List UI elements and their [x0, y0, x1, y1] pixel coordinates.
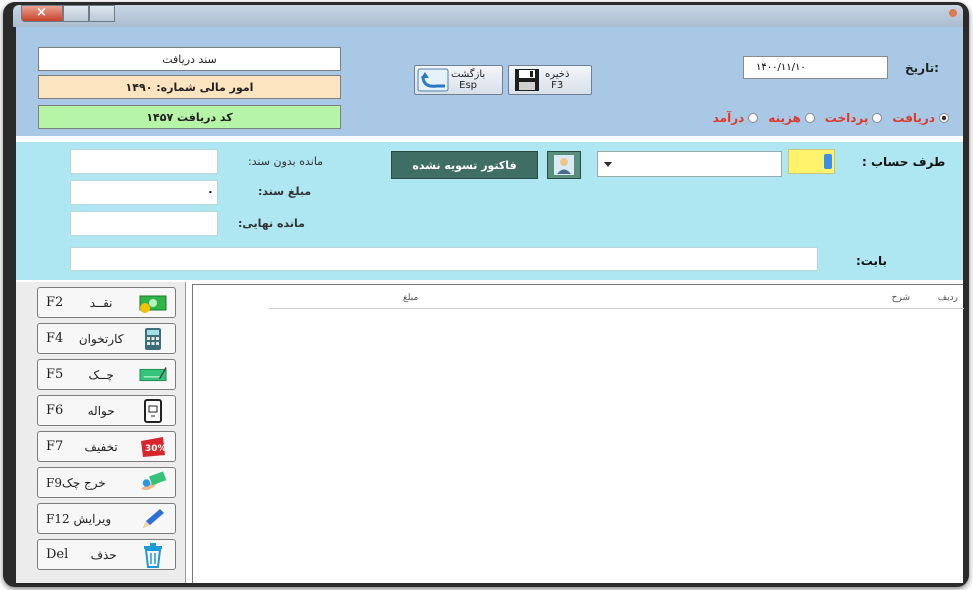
transfer-key: F6: [46, 403, 64, 418]
delete-icon: [139, 542, 167, 568]
radio-label-payment: پرداخت: [824, 111, 869, 125]
app-window: × سند دریافت امور مالی شماره: ۱۴۹۰ کد در…: [3, 2, 969, 587]
svg-text:30%: 30%: [145, 444, 167, 454]
minimize-button[interactable]: [89, 5, 115, 22]
window-controls: ×: [21, 5, 115, 22]
back-button[interactable]: بازگشت Esp: [414, 65, 503, 95]
cheque-key: F5: [46, 367, 64, 382]
cash-key: F2: [46, 295, 64, 310]
save-button[interactable]: ذخیره F3: [508, 65, 592, 95]
column-row-number[interactable]: ردیف: [938, 293, 958, 303]
card-reader-label: کارتخوان: [78, 331, 124, 346]
client-area: سند دریافت امور مالی شماره: ۱۴۹۰ کد دریا…: [16, 27, 964, 583]
spend-cheque-button[interactable]: F9خرج چک: [37, 467, 176, 498]
cash-button[interactable]: F2 نقــد: [37, 287, 176, 318]
payment-method-panel: F2 نقــد F4 کارتخوان F5 چــک F6 حواله F7…: [16, 282, 186, 583]
discount-label: تخفیف: [84, 439, 118, 454]
radio-dot-receipt: [939, 113, 949, 123]
column-description[interactable]: شرح: [892, 293, 910, 303]
save-button-text: ذخیره F3: [545, 69, 569, 91]
cheque-button[interactable]: F5 چــک: [37, 359, 176, 390]
save-shortcut: F3: [551, 80, 564, 91]
discount-icon: 30%: [139, 435, 167, 459]
transfer-icon: [139, 398, 167, 423]
date-field[interactable]: ۱۴۰۰/۱۱/۱۰: [743, 56, 888, 79]
cheque-label: چــک: [88, 367, 114, 382]
edit-icon: [139, 507, 167, 531]
delete-label: حذف: [90, 547, 117, 562]
account-party-label: طرف حساب :: [862, 155, 946, 169]
save-icon: [509, 67, 545, 93]
items-grid[interactable]: ردیف شرح مبلغ: [192, 284, 964, 583]
spin-button[interactable]: [824, 154, 832, 169]
maximize-button[interactable]: [63, 5, 89, 22]
header-panel: سند دریافت امور مالی شماره: ۱۴۹۰ کد دریا…: [16, 27, 963, 136]
delete-key: Del: [46, 547, 69, 562]
spend-cheque-label: خرج چک: [61, 475, 106, 490]
receipt-code-box: کد دریافت ۱۴۵۷: [38, 105, 341, 129]
radio-label-income: درآمد: [712, 111, 745, 125]
radio-payment[interactable]: پرداخت: [825, 111, 883, 125]
radio-label-expense: هزینه: [768, 111, 801, 125]
radio-expense[interactable]: هزینه: [768, 111, 815, 125]
babat-label: بابت:: [856, 254, 888, 268]
unsettled-invoice-button[interactable]: فاکتور تسویه نشده: [391, 151, 538, 179]
final-remaining-label: مانده نهایی:: [238, 217, 305, 230]
select-party-button[interactable]: [547, 151, 581, 179]
discount-key: F7: [46, 439, 64, 454]
cash-icon: [139, 291, 167, 315]
final-remaining-input[interactable]: [70, 211, 218, 236]
back-button-text: بازگشت Esp: [451, 69, 485, 91]
date-label: تاریخ:: [905, 61, 939, 75]
remaining-no-doc-input[interactable]: [70, 149, 218, 174]
column-amount[interactable]: مبلغ: [403, 293, 418, 303]
radio-dot-payment: [872, 113, 883, 123]
cash-label: نقــد: [89, 295, 113, 310]
card-reader-button[interactable]: F4 کارتخوان: [37, 323, 176, 354]
babat-input[interactable]: [70, 247, 818, 271]
doc-amount-label: مبلغ سند:: [258, 185, 312, 198]
spend-cheque-icon: [139, 470, 167, 495]
back-label: بازگشت: [451, 69, 486, 80]
chevron-down-icon: [604, 162, 612, 167]
person-icon: [554, 155, 574, 175]
back-shortcut: Esp: [459, 80, 478, 91]
edit-button[interactable]: F12 ویرایش: [37, 503, 176, 534]
close-icon: ×: [36, 5, 47, 20]
radio-receipt[interactable]: دریافت: [892, 111, 949, 125]
spend-cheque-text: F9خرج چک: [46, 476, 106, 490]
radio-income[interactable]: درآمد: [713, 111, 759, 125]
card-reader-icon: [139, 327, 167, 351]
save-label: ذخیره: [545, 69, 570, 80]
close-button[interactable]: ×: [21, 5, 63, 22]
title-bar: ×: [13, 5, 963, 27]
grid-header: ردیف شرح مبلغ: [269, 288, 964, 309]
discount-button[interactable]: F7 تخفیف 30%: [37, 431, 176, 462]
radio-dot-income: [748, 113, 759, 123]
form-panel: مانده بدون سند: ۰ مبلغ سند: مانده نهایی:…: [16, 142, 963, 280]
edit-key: F12: [46, 511, 70, 526]
radio-label-receipt: دریافت: [892, 111, 935, 125]
radio-dot-expense: [804, 113, 815, 123]
doc-amount-input[interactable]: ۰: [70, 180, 218, 205]
remaining-no-doc-label: مانده بدون سند:: [248, 155, 324, 168]
cheque-icon: [139, 363, 167, 387]
app-icon: [949, 9, 957, 17]
delete-button[interactable]: Del حذف: [37, 539, 176, 570]
transfer-label: حواله: [87, 403, 115, 418]
back-icon: [415, 67, 451, 93]
transaction-type-group: دریافت پرداخت هزینه درآمد: [614, 111, 949, 125]
doc-title-box: سند دریافت: [38, 47, 341, 71]
fiscal-number-box: امور مالی شماره: ۱۴۹۰: [38, 75, 341, 99]
transfer-button[interactable]: F6 حواله: [37, 395, 176, 426]
spend-cheque-key: F9: [46, 475, 62, 490]
edit-text: F12 ویرایش: [46, 512, 111, 526]
account-code-input[interactable]: [788, 149, 835, 174]
account-party-combo[interactable]: [597, 151, 782, 177]
card-reader-key: F4: [46, 331, 64, 346]
edit-label: ویرایش: [73, 511, 112, 526]
